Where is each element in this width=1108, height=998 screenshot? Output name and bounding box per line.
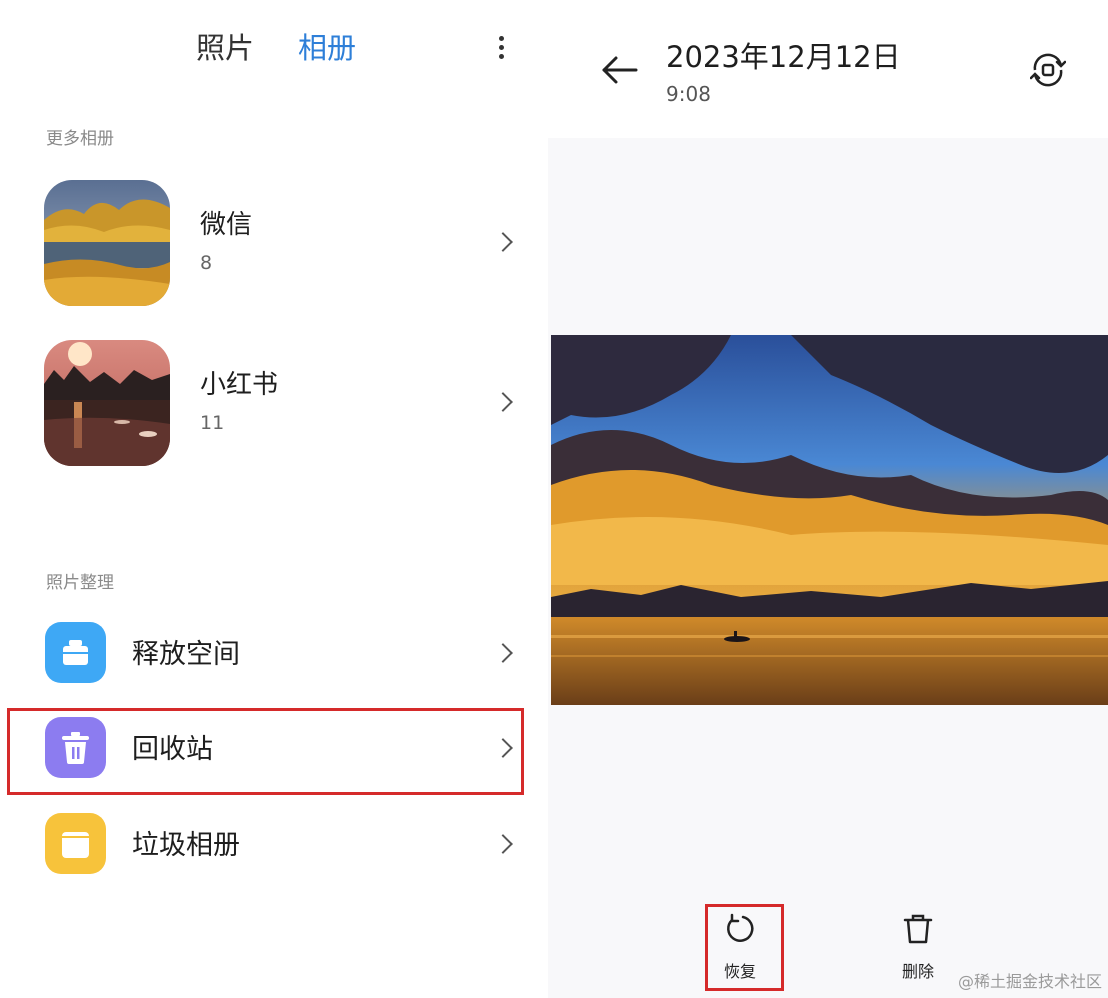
tab-albums[interactable]: 相册 [298, 28, 356, 68]
album-name: 微信 [200, 210, 253, 240]
albums-pane: 照片 相册 更多相册 微信 8 小红书 11 照片整理 释放空间 回收站 垃圾相… [0, 0, 548, 998]
photo-preview[interactable] [551, 335, 1108, 705]
album-thumbnail [44, 340, 170, 466]
rotate-icon[interactable] [1029, 52, 1067, 88]
delete-label: 删除 [901, 962, 934, 981]
album-count: 8 [200, 252, 213, 274]
more-options-icon[interactable] [488, 30, 516, 66]
junk-album-item[interactable]: 垃圾相册 [0, 799, 540, 889]
organize-label: 照片整理 [46, 573, 114, 593]
trash-icon [903, 914, 933, 944]
album-count: 11 [200, 412, 225, 434]
cleanup-icon [45, 622, 106, 683]
junk-album-icon [45, 813, 106, 874]
free-space-item[interactable]: 释放空间 [0, 608, 540, 698]
album-thumbnail [44, 180, 170, 306]
watermark: @稀土掘金技术社区 [957, 972, 1102, 991]
chevron-right-icon [493, 834, 513, 854]
album-name: 小红书 [200, 370, 279, 400]
tool-label: 释放空间 [132, 639, 240, 670]
photo-date: 2023年12月12日 [666, 40, 901, 74]
delete-button[interactable]: 删除 [878, 906, 958, 986]
photo-time: 9:08 [666, 82, 711, 106]
recycle-bin-highlight [7, 708, 524, 795]
photo-viewer-pane: 2023年12月12日 9:08 恢复 删除 [548, 0, 1108, 998]
restore-highlight [705, 904, 784, 991]
chevron-right-icon [493, 392, 513, 412]
more-albums-label: 更多相册 [46, 129, 114, 149]
tool-label: 垃圾相册 [132, 830, 240, 861]
album-item-xiaohongshu[interactable]: 小红书 11 [0, 330, 540, 470]
chevron-right-icon [493, 232, 513, 252]
album-item-wechat[interactable]: 微信 8 [0, 170, 540, 310]
tab-photos[interactable]: 照片 [196, 28, 254, 68]
chevron-right-icon [493, 643, 513, 663]
back-arrow-icon[interactable] [600, 50, 640, 90]
